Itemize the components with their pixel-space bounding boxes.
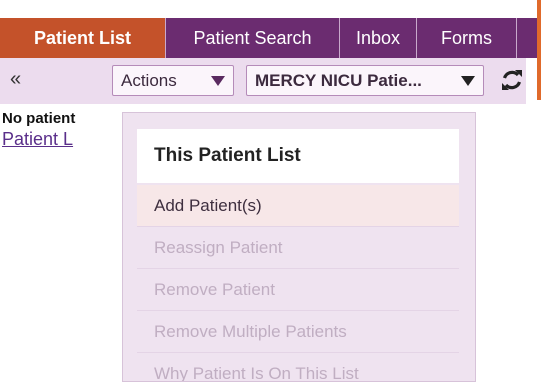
tab-bar-spacer: [0, 0, 541, 18]
chevron-down-icon: [211, 76, 225, 86]
no-patients-message: No patient: [2, 110, 76, 127]
tab-forms[interactable]: Forms: [416, 18, 516, 58]
menu-item-why-patient-on-list: Why Patient Is On This List: [137, 353, 459, 382]
actions-label: Actions: [121, 70, 177, 90]
right-accent-bar: [537, 0, 541, 100]
menu-item-remove-patient: Remove Patient: [137, 269, 459, 311]
menu-item-remove-multiple-patients: Remove Multiple Patients: [137, 311, 459, 353]
actions-dropdown-button[interactable]: Actions: [112, 65, 234, 96]
chevron-down-icon: [461, 76, 475, 86]
tab-inbox[interactable]: Inbox: [339, 18, 416, 58]
tab-patient-list[interactable]: Patient List: [0, 18, 165, 58]
patient-list-link[interactable]: Patient L: [2, 129, 73, 150]
patient-list-select-value: MERCY NICU Patie...: [255, 70, 422, 90]
menu-section-header: This Patient List: [137, 129, 459, 183]
tab-patient-search[interactable]: Patient Search: [165, 18, 339, 58]
patient-list-toolbar: « Actions MERCY NICU Patie...: [0, 58, 526, 104]
collapse-icon[interactable]: «: [10, 68, 21, 91]
actions-menu: This Patient List Add Patient(s) Reassig…: [122, 112, 476, 382]
patient-list-select[interactable]: MERCY NICU Patie...: [246, 65, 484, 96]
menu-item-reassign-patient: Reassign Patient: [137, 227, 459, 269]
menu-item-add-patients[interactable]: Add Patient(s): [137, 185, 459, 227]
refresh-icon[interactable]: [501, 67, 523, 93]
tab-bar: Patient List Patient Search Inbox Forms: [0, 0, 541, 58]
